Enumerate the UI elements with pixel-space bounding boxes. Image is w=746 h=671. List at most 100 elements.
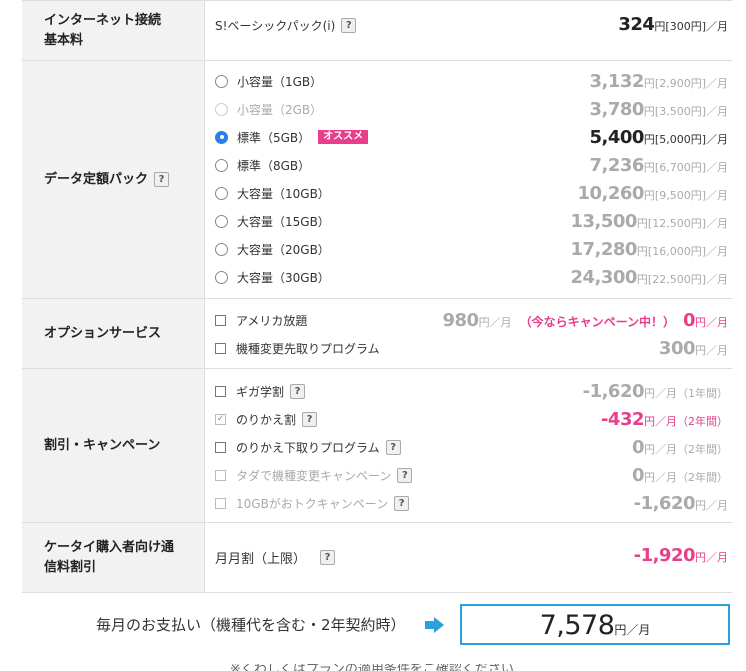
price-value: 24,300 (570, 267, 637, 288)
section-body: S!ベーシックパック(i) ? 324 円[300円]／月 (205, 1, 732, 60)
price: 0 円／月（2年間） (632, 461, 728, 489)
radio-row-20gb[interactable]: 大容量（20GB） 17,280 円[16,000円]／月 (215, 235, 732, 263)
section-body: 月月割（上限） ? -1,920 円／月 (205, 523, 732, 592)
help-icon[interactable]: ? (397, 467, 413, 483)
option-label: 標準（8GB） (237, 158, 311, 173)
section-label-text: 割引・キャンペーン (44, 437, 161, 453)
option-label: タダで機種変更キャンペーン (236, 468, 392, 483)
section-options: オプションサービス アメリカ放題 980 円／月 （今ならキャンペーン中！） 0… (22, 299, 732, 369)
price-unit: 円／月（2年間） (644, 443, 728, 456)
campaign-price-unit: 円／月 (695, 316, 728, 329)
option-label: 小容量（2GB） (237, 102, 323, 117)
price-value: -432 (600, 409, 645, 430)
total-box: 7,578 円／月 (460, 604, 730, 645)
price-unit: 円[5,000円]／月 (643, 133, 728, 146)
section-label: データ定額パック ? (22, 61, 205, 298)
price-unit: 円[22,500円]／月 (636, 273, 728, 286)
radio-row-1gb[interactable]: 小容量（1GB） 3,132 円[2,900円]／月 (215, 67, 732, 95)
option-label: 機種変更先取りプログラム (236, 341, 380, 356)
price-unit: 円／月 (695, 499, 728, 512)
price-unit: 円[12,500円]／月 (636, 217, 728, 230)
option-label: ギガ学割 (236, 384, 285, 399)
price-value: 13,500 (570, 211, 637, 232)
option-row-advance-program[interactable]: 機種変更先取りプログラム 300 円／月 (215, 334, 732, 362)
checkbox-disabled (215, 497, 226, 509)
monthly-discount-row: 月月割（上限） ? -1,920 円／月 (215, 523, 732, 591)
price-unit: 円[2,900円]／月 (643, 77, 728, 90)
price: 300 円／月 (659, 334, 728, 362)
section-label-text: ケータイ購入者向け通信料割引 (44, 539, 175, 575)
price-table: インターネット接続基本料 S!ベーシックパック(i) ? 324 円[300円]… (22, 0, 732, 593)
discount-row-free-upgrade: タダで機種変更キャンペーン ? 0 円／月（2年間） (215, 461, 732, 489)
radio-button[interactable] (215, 158, 228, 172)
radio-row-8gb[interactable]: 標準（8GB） 7,236 円[6,700円]／月 (215, 151, 732, 179)
radio-button[interactable] (215, 214, 228, 228)
price-value: 0 (631, 465, 645, 486)
radio-row-2gb: 小容量（2GB） 3,780 円[3,500円]／月 (215, 95, 732, 123)
total-value: 7,578 (539, 610, 615, 641)
price: -1,920 円／月 (634, 523, 728, 591)
discount-row-switch[interactable]: ✓ のりかえ割 ? -432 円／月（2年間） (215, 405, 732, 433)
price: 980 円／月 （今ならキャンペーン中！） 0 円／月 (442, 306, 728, 334)
help-icon[interactable]: ? (385, 439, 401, 455)
discount-row-giga-student[interactable]: ギガ学割 ? -1,620 円／月（1年間） (215, 377, 732, 405)
price-unit: 円／月（2年間） (644, 415, 728, 428)
option-label: S!ベーシックパック(i) (215, 18, 336, 33)
section-internet-basic: インターネット接続基本料 S!ベーシックパック(i) ? 324 円[300円]… (22, 1, 732, 61)
checkbox[interactable] (215, 314, 226, 326)
total-unit: 円／月 (614, 623, 651, 637)
checkbox[interactable] (215, 342, 226, 354)
discount-row-tradein[interactable]: のりかえ下取りプログラム ? 0 円／月（2年間） (215, 433, 732, 461)
option-label: 月月割（上限） (215, 551, 307, 567)
price-value: -1,620 (582, 381, 645, 402)
help-icon[interactable]: ? (154, 172, 170, 187)
option-label: 大容量（30GB） (237, 270, 330, 285)
option-row-america[interactable]: アメリカ放題 980 円／月 （今ならキャンペーン中！） 0 円／月 (215, 306, 732, 334)
section-label: インターネット接続基本料 (22, 1, 205, 60)
price-unit: 円[9,500円]／月 (643, 189, 728, 202)
option-label: 10GBがおトクキャンペーン (236, 496, 389, 511)
radio-row-15gb[interactable]: 大容量（15GB） 13,500 円[12,500円]／月 (215, 207, 732, 235)
price-value: 10,260 (577, 183, 644, 204)
price-unit: 円／月 (695, 344, 728, 357)
price-value: -1,920 (633, 545, 696, 566)
section-label: ケータイ購入者向け通信料割引 (22, 523, 205, 592)
option-label: のりかえ割 (236, 412, 297, 427)
price: 324 円[300円]／月 (618, 1, 728, 49)
radio-row-30gb[interactable]: 大容量（30GB） 24,300 円[22,500円]／月 (215, 263, 732, 291)
radio-button[interactable] (215, 242, 228, 256)
checkbox[interactable] (215, 385, 226, 397)
option-label: 大容量（20GB） (237, 242, 330, 257)
section-body: 小容量（1GB） 3,132 円[2,900円]／月 小容量（2GB） 3,780… (205, 61, 732, 298)
option-label: 標準（5GB） (237, 130, 311, 145)
radio-button-selected[interactable] (215, 130, 228, 144)
help-icon[interactable]: ? (341, 17, 357, 33)
help-icon[interactable]: ? (320, 549, 336, 565)
price-value: 17,280 (570, 239, 637, 260)
price: 13,500 円[12,500円]／月 (570, 207, 728, 235)
help-icon[interactable]: ? (394, 495, 410, 511)
total-label: 毎月のお支払い（機種代を含む・2年契約時） (96, 616, 406, 634)
price-value: 300 (658, 338, 696, 359)
price-value: 3,780 (589, 99, 644, 120)
price: 24,300 円[22,500円]／月 (570, 263, 728, 291)
footer-note-partial: ※くわしくはプランの適用条件をご確認ください (230, 664, 514, 671)
price: 3,780 円[3,500円]／月 (589, 95, 728, 123)
campaign-price-value: 0 (682, 310, 696, 331)
radio-row-5gb[interactable]: 標準（5GB） オススメ 5,400 円[5,000円]／月 (215, 123, 732, 151)
help-icon[interactable]: ? (290, 383, 306, 399)
price: 3,132 円[2,900円]／月 (589, 67, 728, 95)
checkbox-checked[interactable]: ✓ (215, 413, 226, 425)
price: -432 円／月（2年間） (601, 405, 728, 433)
price-unit: 円[3,500円]／月 (643, 105, 728, 118)
radio-button[interactable] (215, 186, 228, 200)
recommended-badge: オススメ (318, 130, 369, 144)
section-discounts: 割引・キャンペーン ギガ学割 ? -1,620 円／月（1年間） ✓ のりかえ割 … (22, 369, 732, 523)
radio-button[interactable] (215, 270, 228, 284)
radio-button[interactable] (215, 74, 228, 88)
price-value: -1,620 (633, 493, 696, 514)
radio-row-10gb[interactable]: 大容量（10GB） 10,260 円[9,500円]／月 (215, 179, 732, 207)
section-label-text: オプションサービス (44, 325, 162, 341)
checkbox[interactable] (215, 441, 226, 453)
help-icon[interactable]: ? (302, 411, 318, 427)
